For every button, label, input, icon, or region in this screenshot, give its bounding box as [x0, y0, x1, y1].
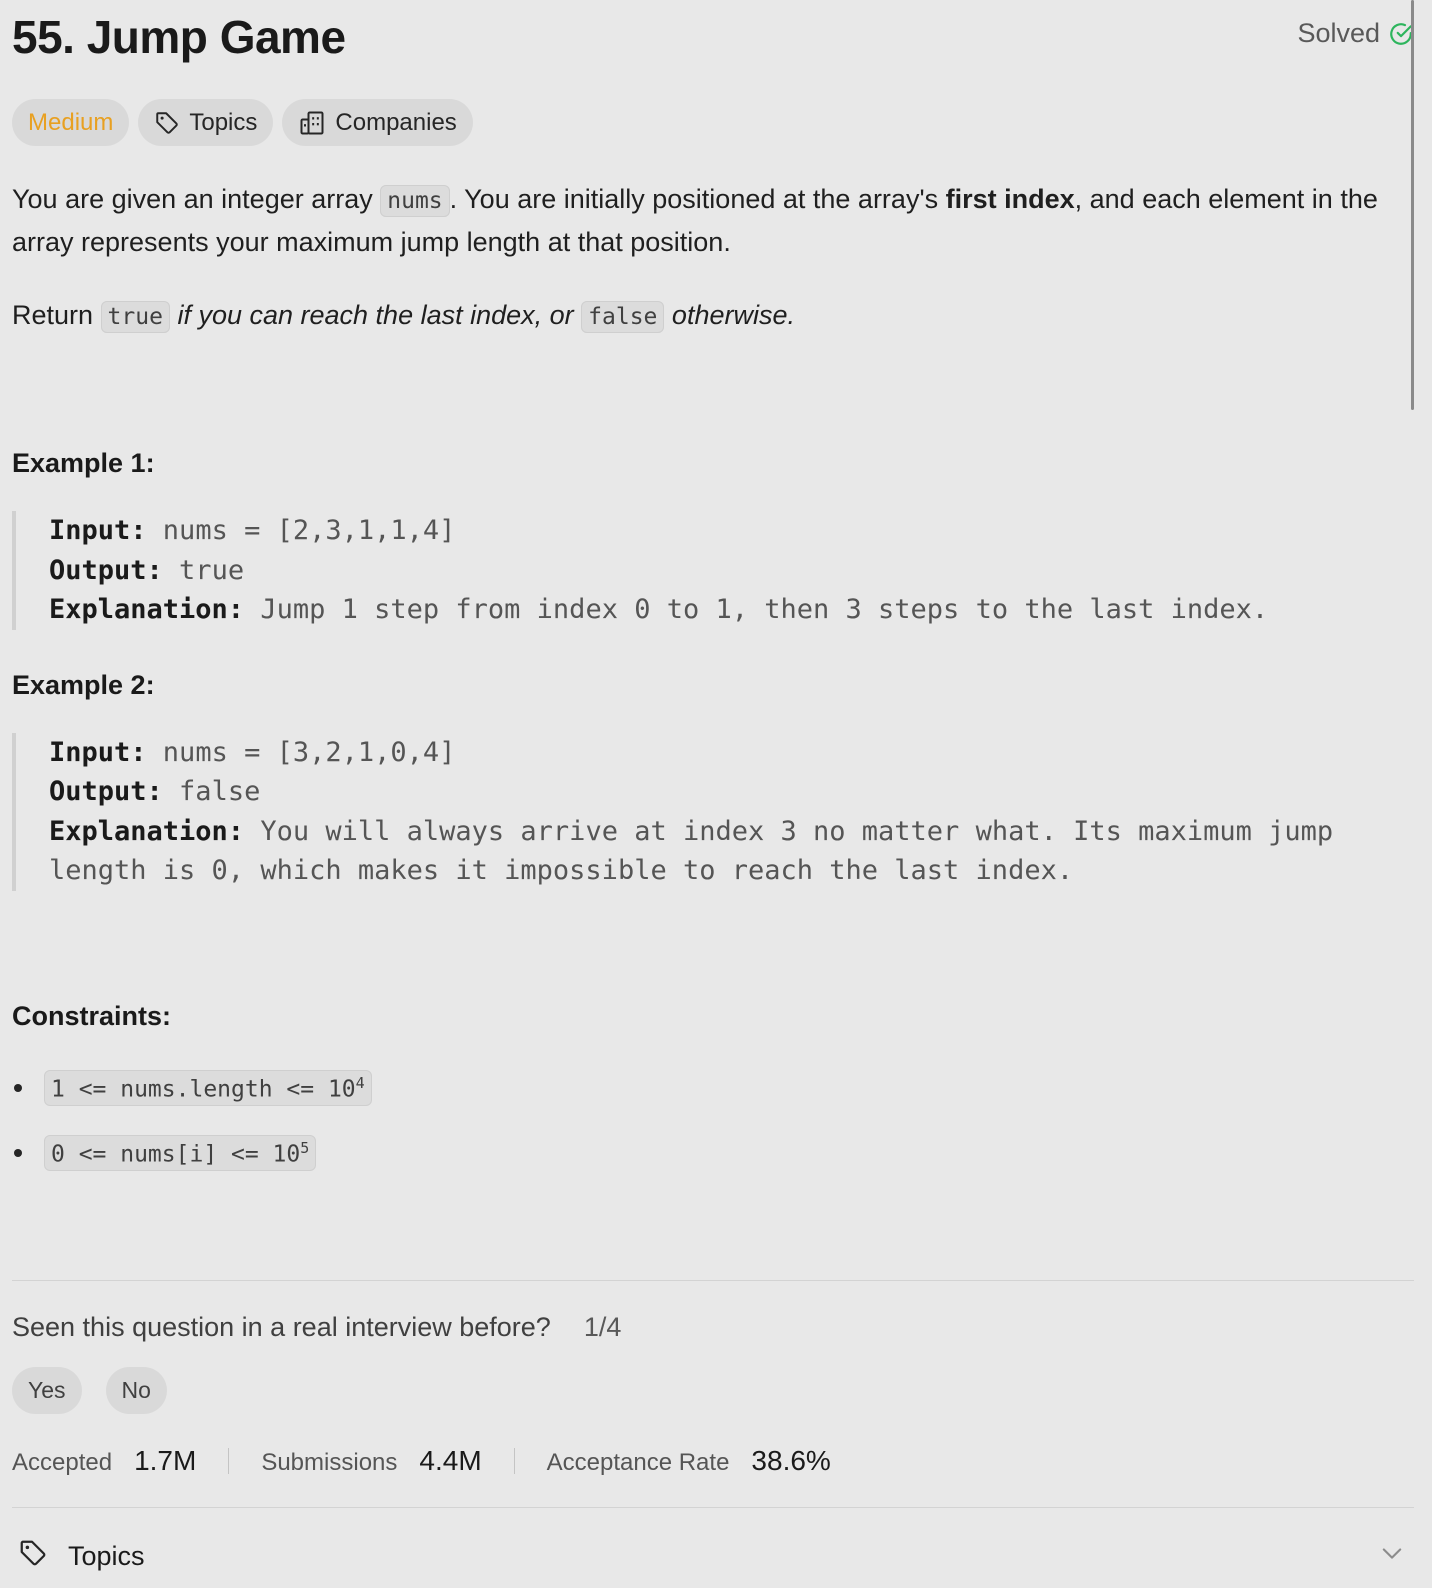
explanation-value: Jump 1 step from index 0 to 1, then 3 st… [244, 594, 1269, 625]
companies-tag-label: Companies [335, 108, 457, 136]
output-label: Output: [49, 776, 163, 807]
submissions-value: 4.4M [419, 1444, 482, 1476]
output-value: false [162, 776, 261, 807]
no-button[interactable]: No [105, 1366, 167, 1414]
constraint-code: 1 <= nums.length <= 104 [44, 1069, 372, 1107]
stat-separator [513, 1447, 515, 1474]
problem-description-panel: 55. Jump Game Solved Medium Topics Compa… [0, 0, 1432, 1588]
explanation-value: You will always arrive at index 3 no mat… [49, 815, 1350, 887]
chevron-down-icon [1378, 1539, 1406, 1574]
inline-code: true [100, 301, 170, 333]
interview-question: Seen this question in a real interview b… [12, 1312, 1414, 1343]
topics-tag-label: Topics [189, 108, 258, 136]
constraint-code: 0 <= nums[i] <= 105 [44, 1134, 317, 1172]
difficulty-badge[interactable]: Medium [12, 99, 130, 146]
constraint-item: 1 <= nums.length <= 104 [12, 1069, 1414, 1107]
constraints-title: Constraints: [12, 1000, 172, 1031]
description-bold: first index [945, 184, 1075, 214]
input-label: Input: [49, 736, 147, 768]
input-label: Input: [49, 515, 147, 546]
solved-label: Solved [1297, 18, 1380, 48]
divider [12, 1506, 1414, 1508]
acceptance-rate-stat: Acceptance Rate 38.6% [547, 1445, 831, 1477]
constraints-list: 1 <= nums.length <= 104 0 <= nums[i] <= … [12, 1069, 1414, 1172]
example-title: Example 1: [12, 448, 155, 478]
scrollbar[interactable] [1411, 0, 1414, 410]
inline-code: nums [380, 185, 450, 217]
explanation-label: Explanation: [49, 815, 245, 847]
return-paragraph: Return true if you can reach the last in… [12, 295, 1414, 338]
description-paragraph: You are given an integer array nums. You… [12, 179, 1414, 263]
example-block: Input: nums = [3,2,1,0,4] Output: false … [12, 732, 1414, 891]
problem-stats: Accepted 1.7M Submissions 4.4M Acceptanc… [12, 1441, 1414, 1481]
accepted-stat: Accepted 1.7M [12, 1445, 196, 1477]
interview-question-text: Seen this question in a real interview b… [12, 1311, 551, 1342]
acceptance-rate-value: 38.6% [751, 1444, 831, 1476]
tag-icon [18, 1538, 48, 1575]
constraint-text: 1 <= nums.length <= 10 [51, 1076, 356, 1103]
inline-code: false [581, 301, 665, 333]
submissions-stat: Submissions 4.4M [261, 1445, 481, 1477]
problem-tags: Medium Topics Companies [12, 99, 1414, 146]
constraint-exponent: 4 [355, 1073, 365, 1092]
constraint-item: 0 <= nums[i] <= 105 [12, 1134, 1414, 1172]
bullet [14, 1149, 22, 1157]
topics-section-toggle[interactable]: Topics [12, 1538, 1414, 1575]
constraint-exponent: 5 [300, 1138, 310, 1157]
explanation-label: Explanation: [49, 594, 245, 625]
input-value: nums = [2,3,1,1,4] [146, 515, 456, 546]
companies-tag-button[interactable]: Companies [282, 99, 473, 146]
submissions-label: Submissions [261, 1448, 398, 1476]
topics-tag-button[interactable]: Topics [138, 99, 274, 146]
description-text: Return [12, 300, 101, 330]
interview-question-counter: 1/4 [583, 1311, 622, 1342]
input-value: nums = [3,2,1,0,4] [146, 736, 456, 768]
description-italic: if you can reach the last index, or [169, 300, 582, 330]
solved-status: Solved [1297, 18, 1414, 49]
accepted-value: 1.7M [134, 1444, 197, 1476]
description-text: You are given an integer array [12, 184, 381, 214]
problem-description: You are given an integer array nums. You… [12, 179, 1414, 338]
topics-section-label: Topics [68, 1540, 145, 1571]
tag-icon [154, 110, 180, 136]
constraint-text: 0 <= nums[i] <= 10 [51, 1141, 301, 1168]
example-block: Input: nums = [2,3,1,1,4] Output: true E… [12, 511, 1414, 630]
example-title: Example 2: [12, 669, 155, 700]
topics-section-header: Topics [18, 1538, 145, 1575]
bullet [14, 1084, 22, 1092]
description-italic: otherwise. [664, 300, 795, 330]
description-text: . You are initially positioned at the ar… [449, 184, 946, 214]
interview-answer-buttons: Yes No [12, 1366, 1414, 1414]
acceptance-rate-label: Acceptance Rate [546, 1448, 730, 1476]
output-label: Output: [49, 554, 163, 586]
divider [12, 1279, 1414, 1281]
yes-button[interactable]: Yes [12, 1366, 82, 1414]
stat-separator [228, 1447, 230, 1474]
building-icon [298, 109, 326, 137]
problem-header: 55. Jump Game Solved [12, 0, 1414, 70]
problem-title[interactable]: 55. Jump Game [12, 10, 346, 64]
accepted-label: Accepted [12, 1448, 113, 1476]
output-value: true [162, 554, 245, 586]
